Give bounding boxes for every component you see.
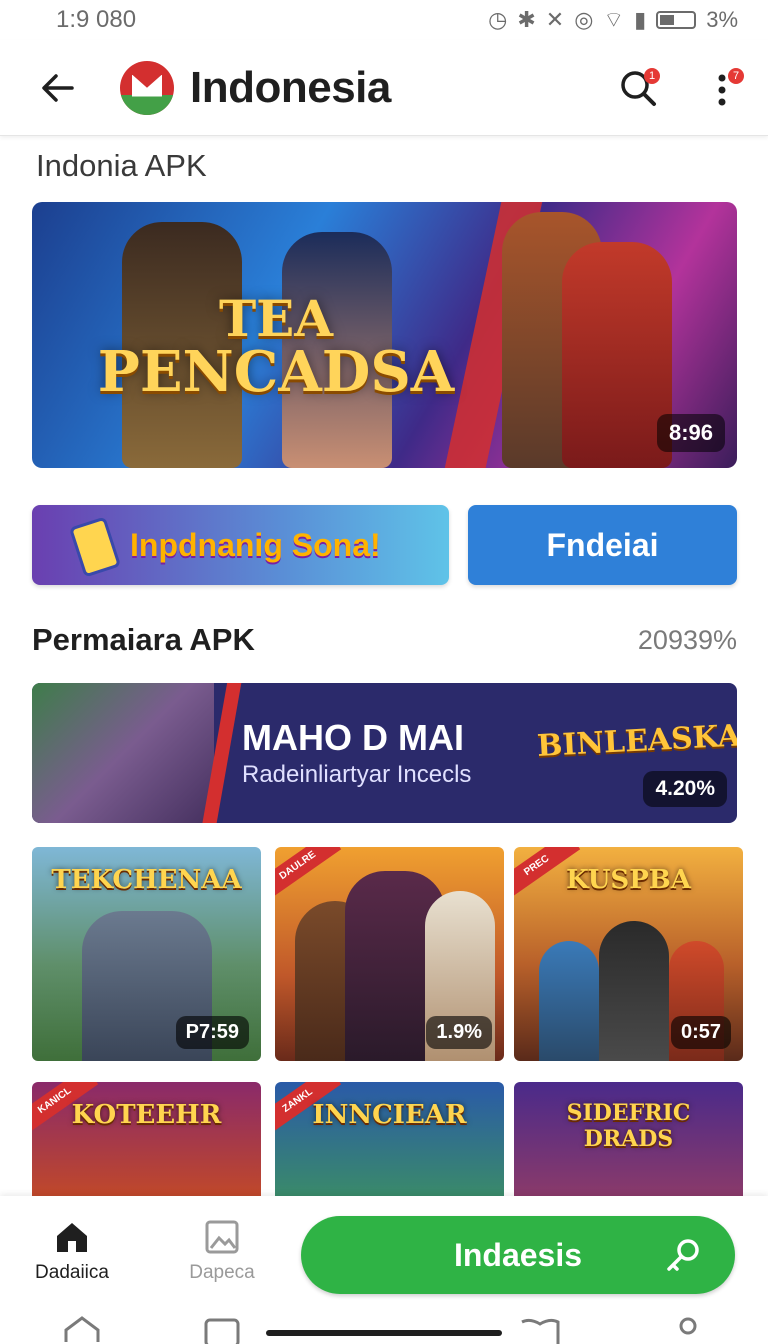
card-title: INNCIEAR bbox=[312, 1100, 467, 1130]
system-profile-icon[interactable] bbox=[668, 1316, 708, 1344]
game-card[interactable]: SIDEFRIC DRADS bbox=[514, 1082, 743, 1196]
nav-label-second: Dapeca bbox=[189, 1262, 255, 1283]
system-home-icon[interactable] bbox=[62, 1316, 102, 1344]
feature-title: MAHO D MAI bbox=[242, 717, 464, 758]
mute-icon: ✕ bbox=[545, 7, 565, 32]
battery-percent: 3% bbox=[706, 7, 738, 32]
section-title-top: Indonia APK bbox=[36, 148, 207, 183]
app-logo bbox=[120, 60, 174, 115]
promo-button[interactable]: Inpdnanig Sona! bbox=[32, 505, 449, 585]
hero-title: TEA PENCADSA bbox=[96, 289, 456, 405]
home-indicator[interactable] bbox=[266, 1330, 502, 1336]
nav-label-home: Dadaiica bbox=[35, 1262, 109, 1283]
hero-banner[interactable]: TEA PENCADSA 8:96 bbox=[32, 202, 737, 468]
page-title: Indonesia bbox=[190, 62, 391, 112]
card-ribbon: DAULRE bbox=[275, 847, 342, 901]
feature-badge: 4.20% bbox=[643, 771, 727, 807]
signal-icon: ▮ bbox=[634, 7, 647, 32]
card-badge: 0:57 bbox=[670, 1016, 731, 1049]
battery-icon bbox=[656, 11, 697, 29]
nav-item-second[interactable]: Dapeca bbox=[162, 1218, 282, 1284]
system-recents-icon[interactable] bbox=[202, 1316, 242, 1344]
home-icon bbox=[57, 1223, 87, 1252]
card-title: KOTEEHR bbox=[71, 1100, 222, 1130]
hero-title-line2: PENCADSA bbox=[97, 339, 455, 405]
bottom-navigation: Dadaiica Dapeca Indaesis bbox=[0, 1196, 768, 1344]
card-title: KUSPBA bbox=[566, 865, 691, 895]
menu-badge: 7 bbox=[728, 67, 744, 84]
install-label: Indaesis bbox=[453, 1236, 583, 1273]
feature-game-logo: BINLEASKAN bbox=[536, 716, 737, 765]
system-book-icon[interactable] bbox=[520, 1316, 560, 1344]
game-card[interactable]: KANICL KOTEEHR bbox=[32, 1082, 261, 1196]
search-badge: 1 bbox=[644, 67, 660, 84]
status-icons: ◷ ✱ ✕ ◎ ⌔ ▮ 3% bbox=[488, 6, 738, 34]
card-badge: 1.9% bbox=[426, 1016, 492, 1049]
section-header-popular: Permaiara APK 20939% bbox=[32, 622, 737, 658]
arrow-left-icon bbox=[42, 73, 74, 102]
feature-artwork bbox=[32, 683, 214, 823]
game-card[interactable]: TEKCHENAA P7:59 bbox=[32, 847, 261, 1061]
nav-item-home[interactable]: Dadaiica bbox=[12, 1218, 132, 1284]
card-character bbox=[599, 921, 669, 1061]
card-title: SIDEFRIC DRADS bbox=[566, 1100, 691, 1152]
status-time: 1:9 080 bbox=[56, 6, 137, 33]
install-button[interactable]: Indaesis bbox=[301, 1216, 735, 1294]
hero-title-line1: TEA bbox=[218, 289, 334, 348]
more-vertical-icon bbox=[718, 74, 726, 105]
vibrate-icon: ◎ bbox=[574, 7, 594, 32]
alarm-icon: ◷ bbox=[488, 7, 508, 32]
section-title-popular: Permaiara APK bbox=[32, 622, 255, 657]
game-card[interactable]: DAULRE 1.9% bbox=[275, 847, 504, 1061]
back-button[interactable] bbox=[36, 66, 80, 110]
search-button[interactable]: 1 bbox=[616, 66, 660, 110]
card-character bbox=[539, 941, 599, 1061]
game-card[interactable]: PREC KUSPBA 0:57 bbox=[514, 847, 743, 1061]
image-icon bbox=[205, 1220, 239, 1254]
hero-character-4 bbox=[562, 242, 672, 468]
wifi-icon: ⌔ bbox=[603, 7, 625, 32]
more-menu-button[interactable]: 7 bbox=[700, 66, 744, 110]
hero-badge: 8:96 bbox=[656, 414, 725, 452]
card-title: TEKCHENAA bbox=[51, 865, 242, 895]
system-navigation bbox=[0, 1314, 768, 1344]
app-bar-actions: 1 7 bbox=[616, 66, 744, 110]
app-bar: Indonesia 1 7 bbox=[0, 40, 768, 136]
bluetooth-icon: ✱ bbox=[517, 7, 536, 32]
feature-banner[interactable]: MAHO D MAI Radeinliartyar Incecls BINLEA… bbox=[32, 683, 737, 823]
status-bar: 1:9 080 ◷ ✱ ✕ ◎ ⌔ ▮ 3% bbox=[0, 0, 768, 40]
feature-subtitle: Radeinliartyar Incecls bbox=[242, 761, 472, 788]
promo-label: Inpdnanig Sona! bbox=[130, 526, 381, 563]
phone-icon bbox=[68, 516, 122, 578]
section-meta[interactable]: 20939% bbox=[638, 625, 737, 656]
key-icon bbox=[667, 1239, 699, 1271]
card-badge: P7:59 bbox=[175, 1016, 249, 1049]
game-card[interactable]: ZANKL INNCIEAR bbox=[275, 1082, 504, 1196]
primary-button[interactable]: Fndeiai bbox=[468, 505, 737, 585]
